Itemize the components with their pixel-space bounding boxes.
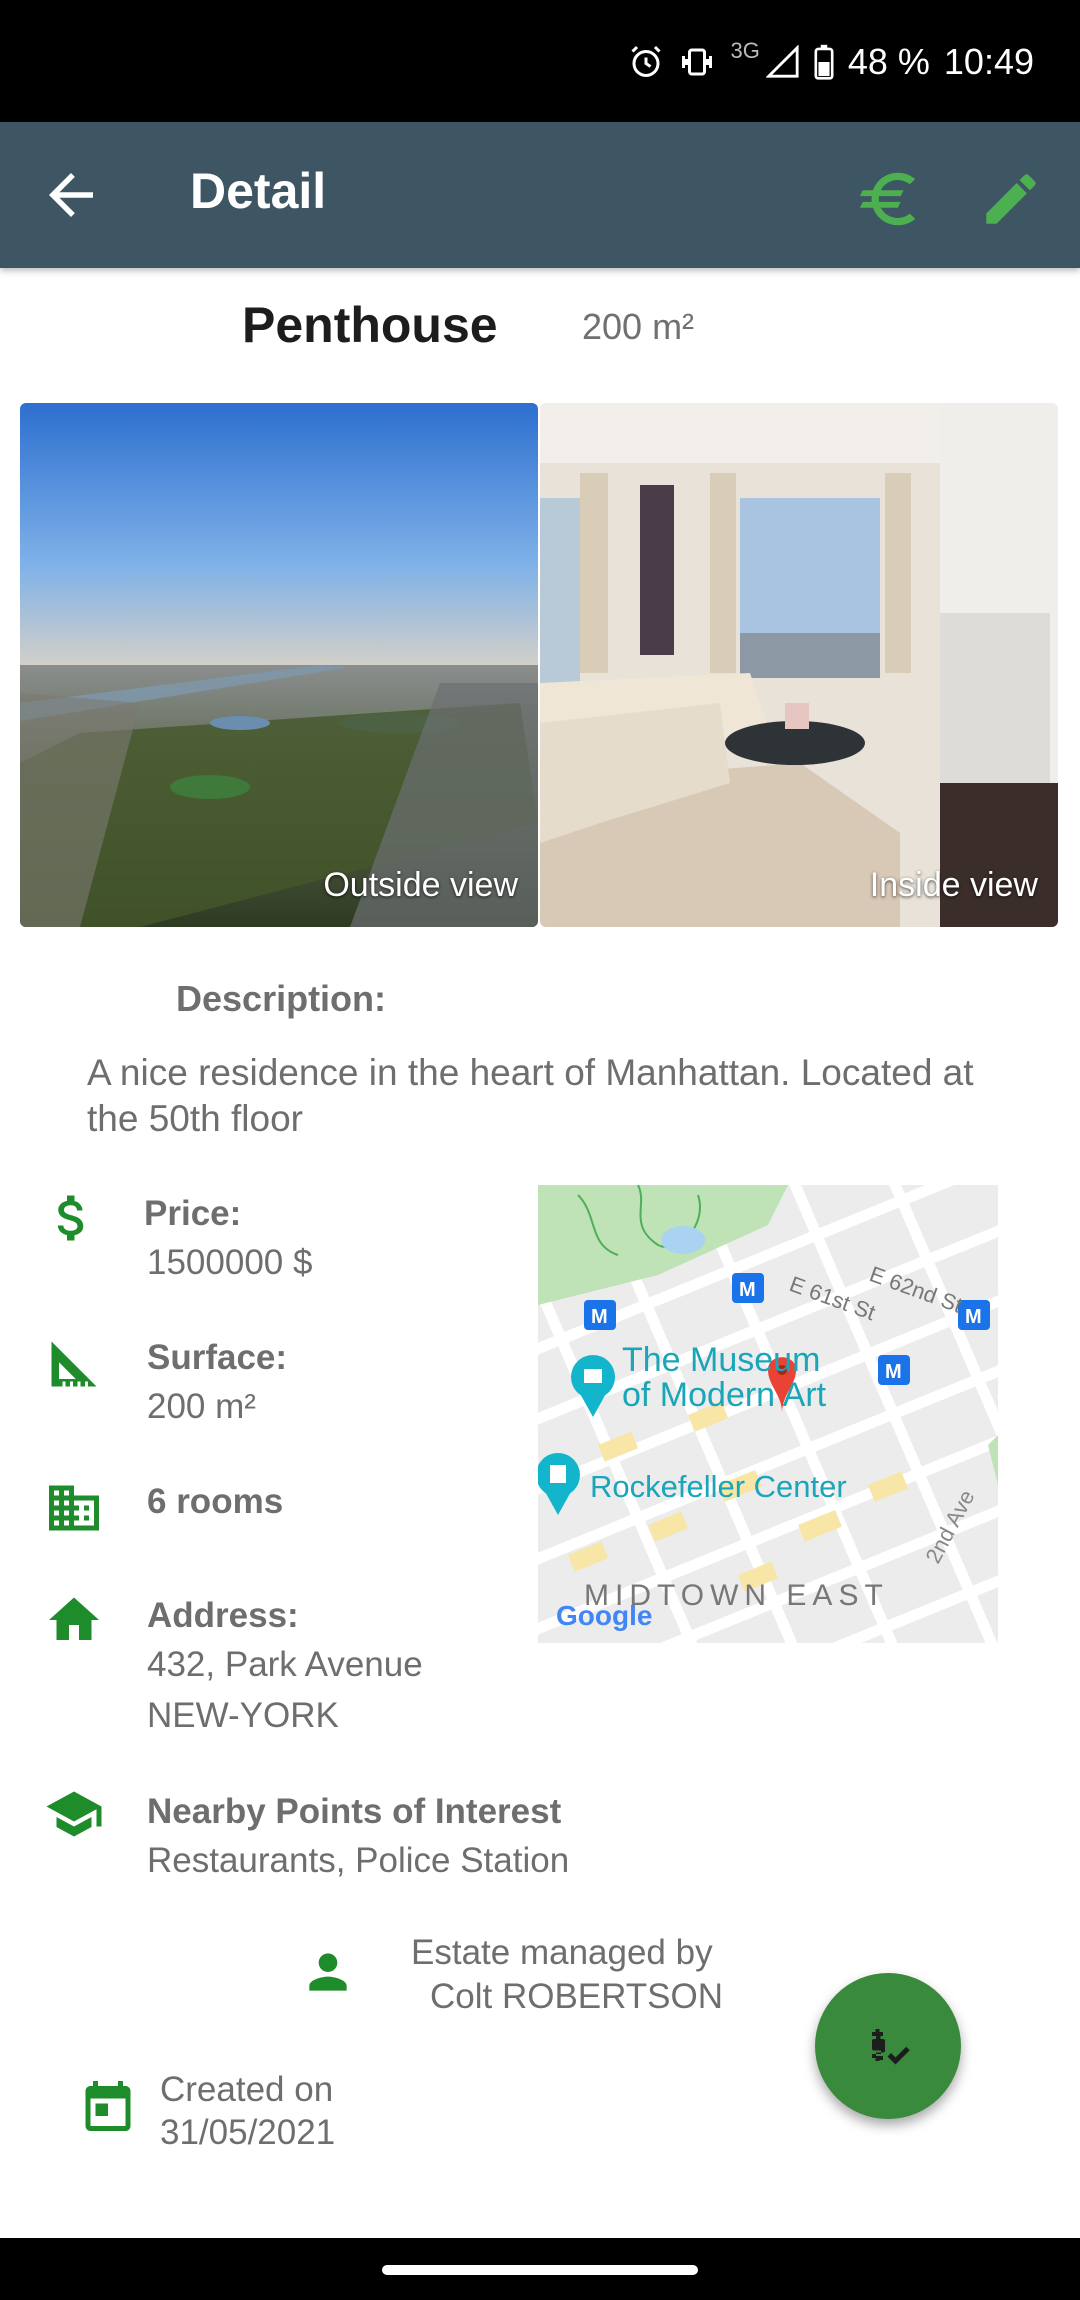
signal-icon (765, 45, 799, 78)
price-value: 1500000 $ (147, 1243, 313, 1282)
photo-caption: Outside view (323, 866, 518, 904)
property-type: Penthouse (242, 297, 498, 353)
home-gesture-handle[interactable] (382, 2265, 698, 2275)
arrow-back-icon (49, 173, 93, 217)
svg-text:M: M (885, 1361, 902, 1383)
map-image: M M M M The Museum of Modern Art Rockefelle… (538, 1185, 998, 1643)
back-button[interactable] (38, 162, 104, 228)
status-bar: 3G 48 % 10:49 (0, 0, 1080, 122)
description-text: A nice residence in the heart of Manhatt… (87, 1052, 974, 1139)
google-logo: Google (556, 1600, 652, 1631)
svg-text:M: M (591, 1306, 608, 1328)
svg-text:M: M (965, 1306, 982, 1328)
created-date: 31/05/2021 (160, 2113, 336, 2152)
map-label-museum-2: of Modern Art (622, 1376, 827, 1414)
currency-toggle-button[interactable] (854, 164, 924, 234)
graduation-cap-icon (46, 1791, 102, 1837)
home-icon (49, 1597, 99, 1640)
network-type: 3G (730, 38, 760, 63)
price-label: Price: (144, 1194, 242, 1233)
sold-fab-button[interactable] (815, 1973, 961, 2119)
euro-icon (859, 172, 916, 226)
outside-view-image (20, 403, 538, 927)
agent-line1: Estate managed by (411, 1933, 713, 1972)
map-label-museum: The Museum (622, 1341, 820, 1379)
rooms-count: 6 rooms (147, 1482, 284, 1521)
map-label-rockefeller: Rockefeller Center (590, 1469, 847, 1504)
app-toolbar: Detail (0, 122, 1080, 268)
edit-button[interactable] (978, 166, 1044, 232)
battery-percent: 48 % (847, 41, 930, 82)
address-line2: NEW-YORK (147, 1696, 339, 1735)
property-surface: 200 m² (582, 306, 695, 347)
clock: 10:49 (943, 41, 1034, 82)
poi-label: Nearby Points of Interest (147, 1792, 562, 1831)
set-square-icon (51, 1341, 97, 1387)
agent-line2: Colt ROBERTSON (430, 1977, 724, 2016)
price-check-icon (872, 2029, 910, 2065)
inside-view-image (540, 403, 1058, 927)
surface-value: 200 m² (147, 1387, 256, 1426)
calendar-icon (85, 2081, 131, 2131)
page-title: Detail (190, 163, 327, 219)
svg-text:M: M (739, 1279, 756, 1301)
dollar-icon (57, 1195, 84, 1241)
surface-label: Surface: (147, 1338, 288, 1377)
system-nav-bar (0, 2238, 1080, 2300)
person-icon (309, 1953, 347, 1991)
alarm-icon (631, 45, 662, 77)
address-label: Address: (147, 1596, 299, 1635)
photo-inside[interactable]: Inside view (540, 403, 1058, 927)
address-line1: 432, Park Avenue (147, 1645, 423, 1684)
battery-icon (814, 44, 834, 80)
poi-value: Restaurants, Police Station (147, 1841, 570, 1880)
photo-outside[interactable]: Outside view (20, 403, 538, 927)
description-label: Description: (176, 978, 387, 1019)
vibrate-icon (682, 48, 713, 76)
location-map[interactable]: M M M M The Museum of Modern Art Rockefelle… (538, 1185, 998, 1643)
building-icon (49, 1485, 99, 1531)
photo-caption: Inside view (869, 866, 1038, 904)
pencil-icon (986, 174, 1036, 224)
